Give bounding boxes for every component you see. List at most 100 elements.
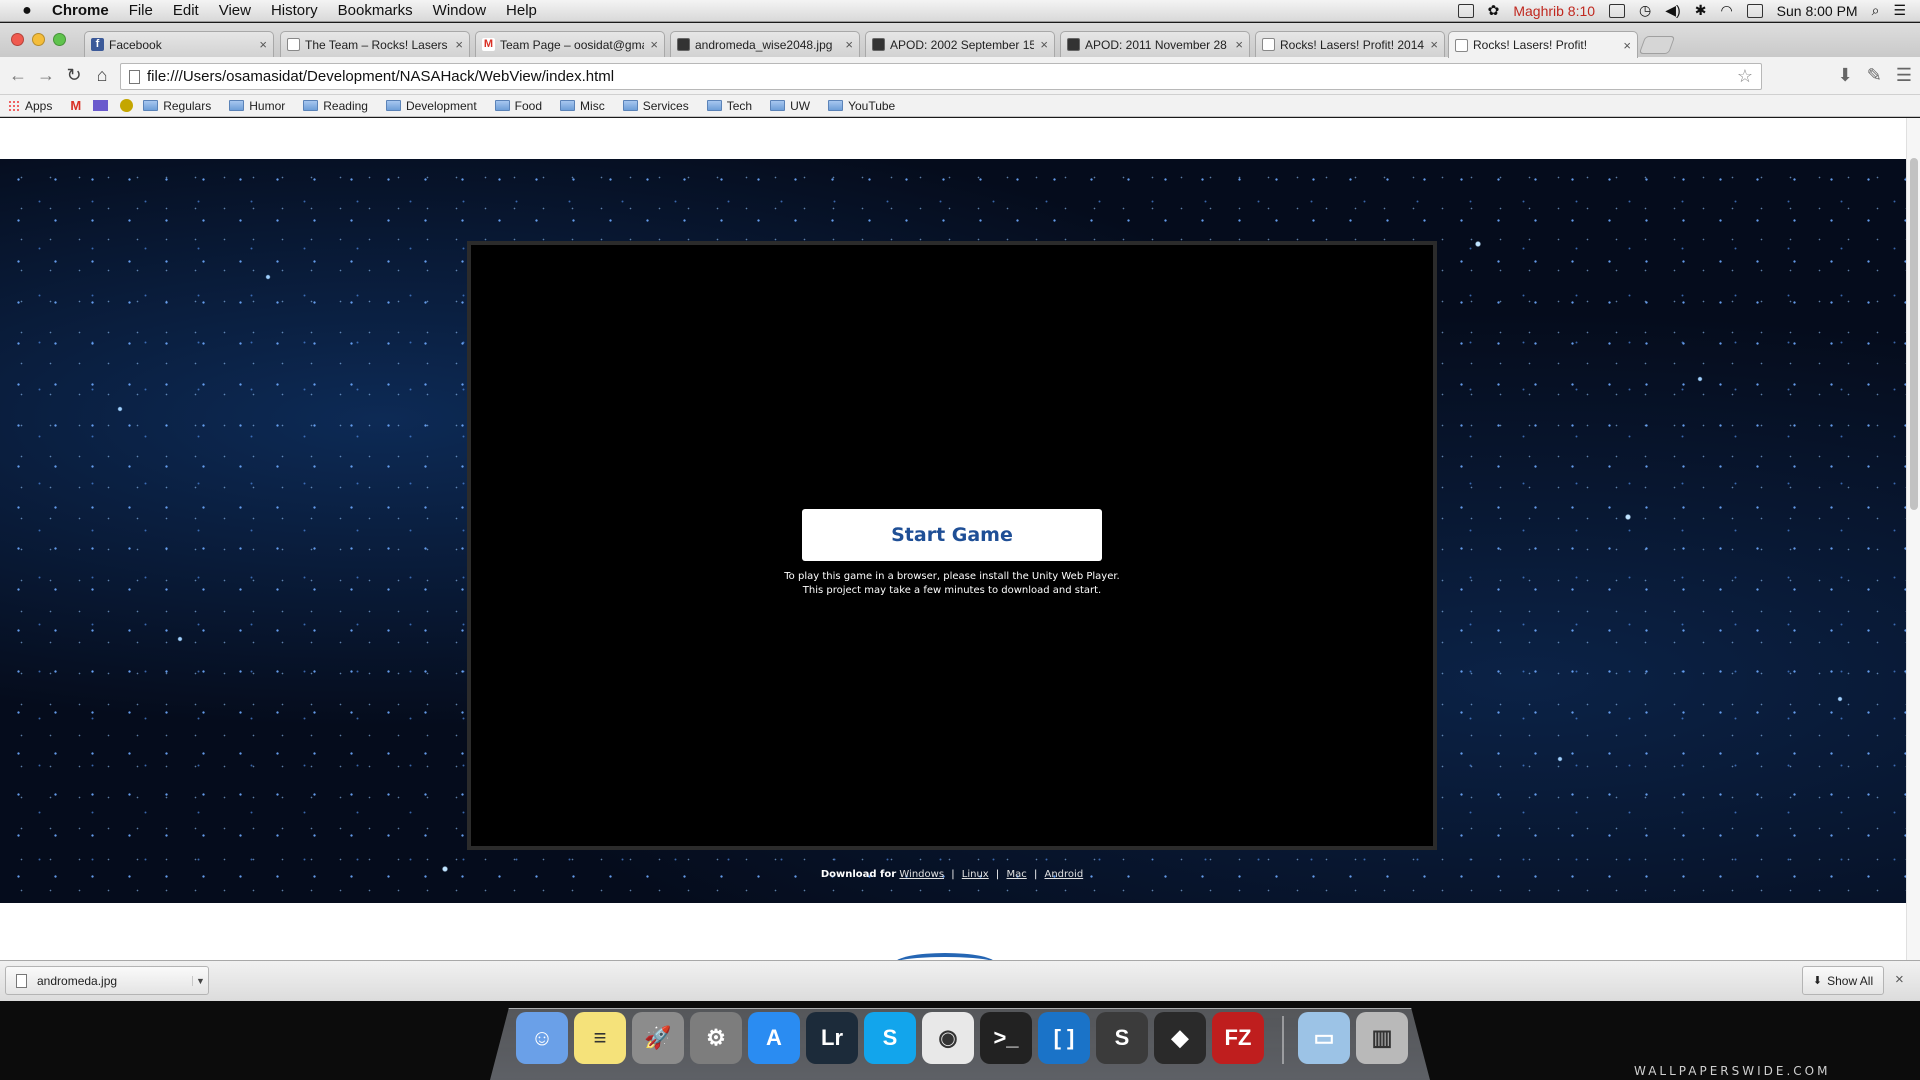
dock-trash-icon[interactable]: ▥ (1356, 1012, 1408, 1064)
dock-brackets-icon[interactable]: [ ] (1038, 1012, 1090, 1064)
dock-lightroom-icon[interactable]: Lr (806, 1012, 858, 1064)
bluetooth-icon[interactable]: ✱ (1695, 2, 1707, 19)
bookmark-folder-youtube[interactable]: YouTube (828, 99, 895, 113)
close-shelf-icon[interactable]: × (1895, 971, 1904, 988)
tab-facebook[interactable]: f Facebook × (84, 31, 274, 57)
bookmark-apps[interactable]: Apps (8, 99, 52, 113)
menu-app-chrome[interactable]: Chrome (42, 2, 119, 19)
bookmark-folder-services[interactable]: Services (622, 98, 689, 113)
dock-unity-icon[interactable]: ◆ (1154, 1012, 1206, 1064)
menu-edit[interactable]: Edit (163, 2, 209, 19)
reload-button[interactable]: ↻ (60, 65, 88, 86)
bookmark-folder-uw[interactable]: UW (770, 99, 810, 113)
developer-tools-icon[interactable]: ✎ (1867, 65, 1882, 86)
tab-the-team[interactable]: The Team – Rocks! Lasers × (280, 31, 470, 57)
bookmark-star-icon[interactable]: ☆ (1737, 66, 1753, 87)
minimize-window-button[interactable] (32, 33, 45, 46)
bookmark-label: Services (642, 98, 689, 113)
menu-window[interactable]: Window (423, 2, 496, 19)
spaces-icon[interactable] (1457, 3, 1474, 18)
page-logo-partial (895, 953, 995, 960)
dock-skype-icon[interactable]: S (864, 1012, 916, 1064)
volume-icon[interactable]: ◀) (1665, 2, 1680, 19)
time-machine-icon[interactable]: ◷ (1639, 2, 1651, 19)
back-button[interactable]: ← (4, 65, 32, 86)
address-bar[interactable]: file:///Users/osamasidat/Development/NAS… (120, 63, 1762, 90)
clock[interactable]: Sun 8:00 PM (1777, 3, 1858, 19)
close-tab-icon[interactable]: × (1040, 37, 1048, 52)
close-tab-icon[interactable]: × (1235, 37, 1243, 52)
battery-icon[interactable] (1746, 3, 1763, 18)
apple-icon[interactable]: ● (12, 2, 42, 20)
scrollbar-thumb[interactable] (1910, 158, 1918, 510)
download-links: Download for Windows | Linux | Mac | And… (467, 869, 1437, 880)
bookmark-folder-tech[interactable]: Tech (706, 99, 752, 113)
bookmark-folder-reading[interactable]: Reading (303, 99, 368, 113)
download-icon[interactable]: ⬇ (1838, 65, 1853, 86)
download-item[interactable]: andromeda.jpg ▼ (5, 966, 209, 995)
bookmark-label: Humor (249, 98, 286, 113)
close-window-button[interactable] (11, 33, 24, 46)
notification-center-icon[interactable]: ☰ (1893, 2, 1906, 19)
menu-history[interactable]: History (261, 2, 328, 19)
close-tab-icon[interactable]: × (1430, 37, 1438, 52)
dock-terminal-icon[interactable]: >_ (980, 1012, 1032, 1064)
zoom-window-button[interactable] (53, 33, 66, 46)
dock-stickies-icon[interactable]: ≡ (574, 1012, 626, 1064)
bookmark-folder-development[interactable]: Development (385, 99, 477, 113)
gear-status-icon[interactable]: ✿ (1488, 2, 1500, 19)
tab-apod-2011[interactable]: APOD: 2011 November 28 × (1060, 31, 1250, 57)
download-windows-link[interactable]: Windows (899, 869, 944, 880)
tab-apod-2002[interactable]: APOD: 2002 September 15 × (865, 31, 1055, 57)
page-scrollbar[interactable] (1906, 118, 1920, 960)
bookmark-folder-misc[interactable]: Misc (560, 99, 605, 113)
close-tab-icon[interactable]: × (259, 37, 267, 52)
close-tab-icon[interactable]: × (845, 37, 853, 52)
start-game-button[interactable]: Start Game (802, 509, 1102, 561)
dock-app-store-icon[interactable]: A (748, 1012, 800, 1064)
url-text: file:///Users/osamasidat/Development/NAS… (147, 68, 615, 85)
spotlight-search-icon[interactable]: ⌕ (1872, 2, 1880, 19)
chevron-down-icon[interactable]: ▼ (192, 975, 208, 986)
download-android-link[interactable]: Android (1045, 869, 1084, 880)
dock-documents-folder-icon[interactable]: ▭ (1298, 1012, 1350, 1064)
prayer-time[interactable]: Maghrib 8:10 (1513, 3, 1595, 19)
misc-bookmark-icon[interactable] (120, 99, 134, 112)
dock-sublime-text-icon[interactable]: S (1096, 1012, 1148, 1064)
airplay-icon[interactable] (1609, 3, 1626, 18)
dock-launchpad-icon[interactable]: 🚀 (632, 1012, 684, 1064)
bookmark-folder-regulars[interactable]: Regulars (143, 99, 211, 113)
tab-rocks-lasers-2014[interactable]: Rocks! Lasers! Profit! 2014 × (1255, 31, 1445, 57)
download-linux-link[interactable]: Linux (962, 869, 989, 880)
wallpaper-watermark: WALLPAPERSWIDE.COM (1634, 1064, 1831, 1078)
close-tab-icon[interactable]: × (1623, 38, 1631, 53)
menu-help[interactable]: Help (496, 2, 547, 19)
gmail-bookmark-icon[interactable]: M (70, 98, 81, 113)
chrome-menu-icon[interactable]: ☰ (1896, 65, 1912, 86)
tab-title: Team Page – oosidat@gma (500, 37, 645, 52)
forward-button[interactable]: → (32, 65, 60, 86)
close-tab-icon[interactable]: × (650, 37, 658, 52)
home-button[interactable]: ⌂ (88, 65, 116, 86)
dock-chrome-icon[interactable]: ◉ (922, 1012, 974, 1064)
tab-team-page[interactable]: M Team Page – oosidat@gma × (475, 31, 665, 57)
close-tab-icon[interactable]: × (455, 37, 463, 52)
tab-rocks-lasers-profit[interactable]: Rocks! Lasers! Profit! × (1448, 31, 1638, 58)
download-mac-link[interactable]: Mac (1006, 869, 1026, 880)
mail-bookmark-icon[interactable] (93, 100, 109, 111)
bookmark-folder-food[interactable]: Food (494, 99, 542, 113)
dock-finder-icon[interactable]: ☺ (516, 1012, 568, 1064)
menu-bookmarks[interactable]: Bookmarks (328, 2, 423, 19)
download-file-name: andromeda.jpg (37, 973, 118, 988)
new-tab-button[interactable] (1638, 36, 1676, 54)
unity-player-frame[interactable]: Start Game To play this game in a browse… (467, 241, 1437, 850)
menu-file[interactable]: File (119, 2, 163, 19)
dock-filezilla-icon[interactable]: FZ (1212, 1012, 1264, 1064)
dock-system-preferences-icon[interactable]: ⚙ (690, 1012, 742, 1064)
tab-andromeda-image[interactable]: andromeda_wise2048.jpg × (670, 31, 860, 57)
menu-view[interactable]: View (209, 2, 261, 19)
show-all-downloads-button[interactable]: ⬇ Show All (1802, 966, 1884, 995)
show-all-label: Show All (1827, 973, 1874, 988)
wifi-icon[interactable]: ◠ (1720, 2, 1732, 19)
bookmark-folder-humor[interactable]: Humor (229, 99, 285, 113)
